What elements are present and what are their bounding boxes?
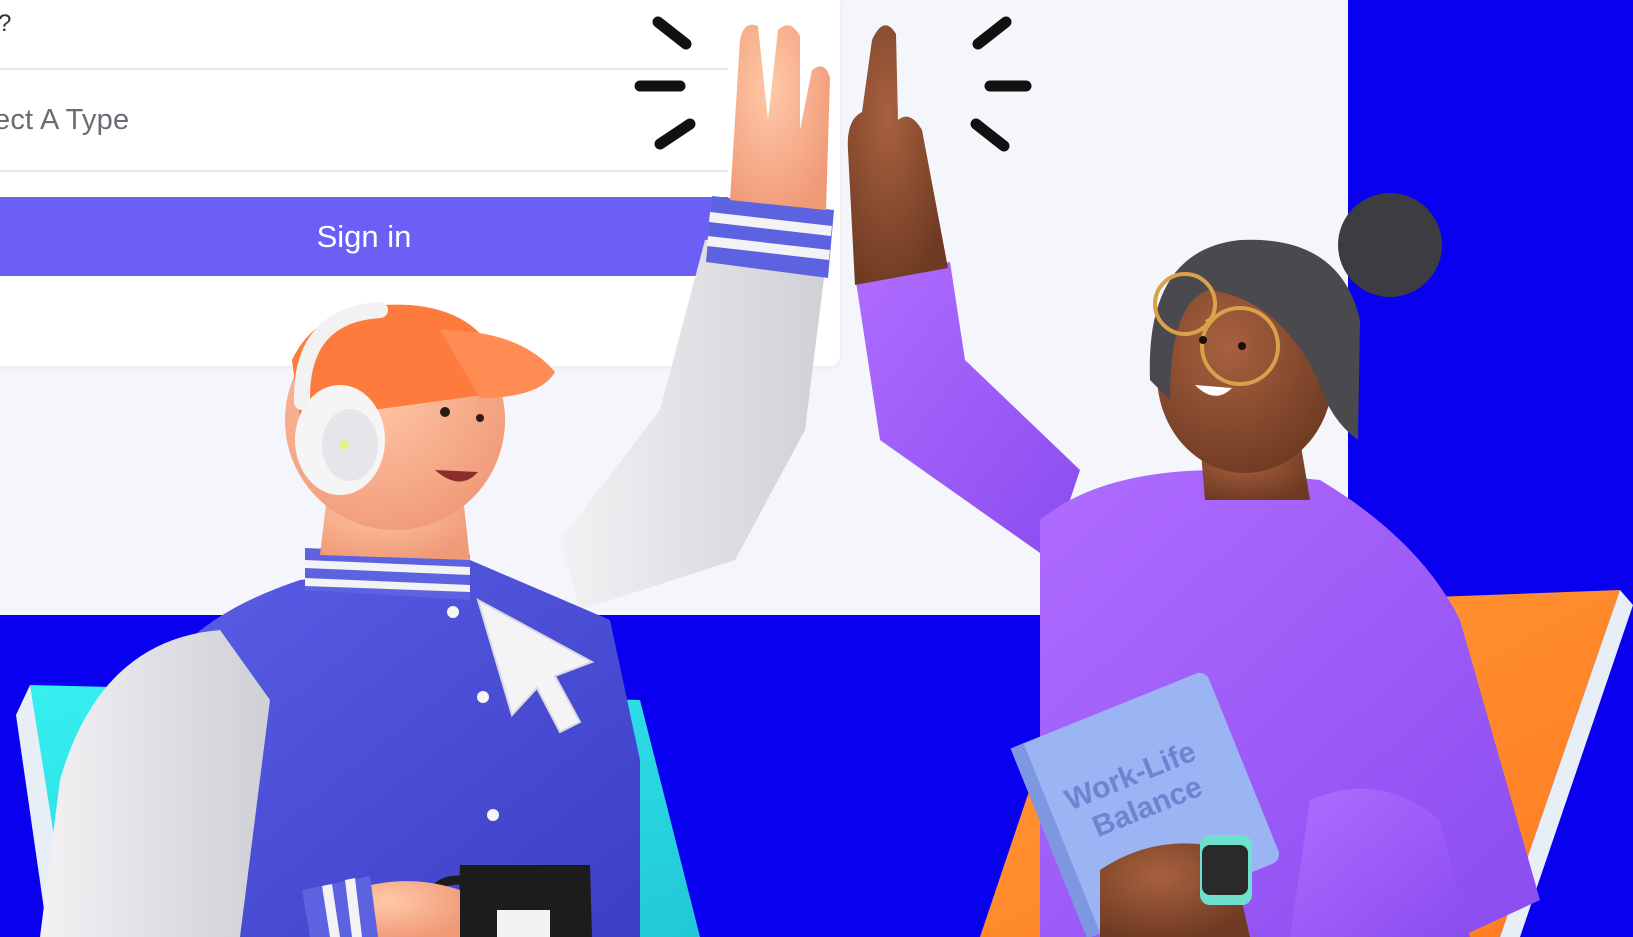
sparkle-lines-icon <box>634 16 1032 152</box>
right-character: Work-Life Balance <box>847 25 1540 937</box>
high-five-illustration: Work-Life Balance <box>16 16 1633 937</box>
left-character <box>40 24 834 937</box>
